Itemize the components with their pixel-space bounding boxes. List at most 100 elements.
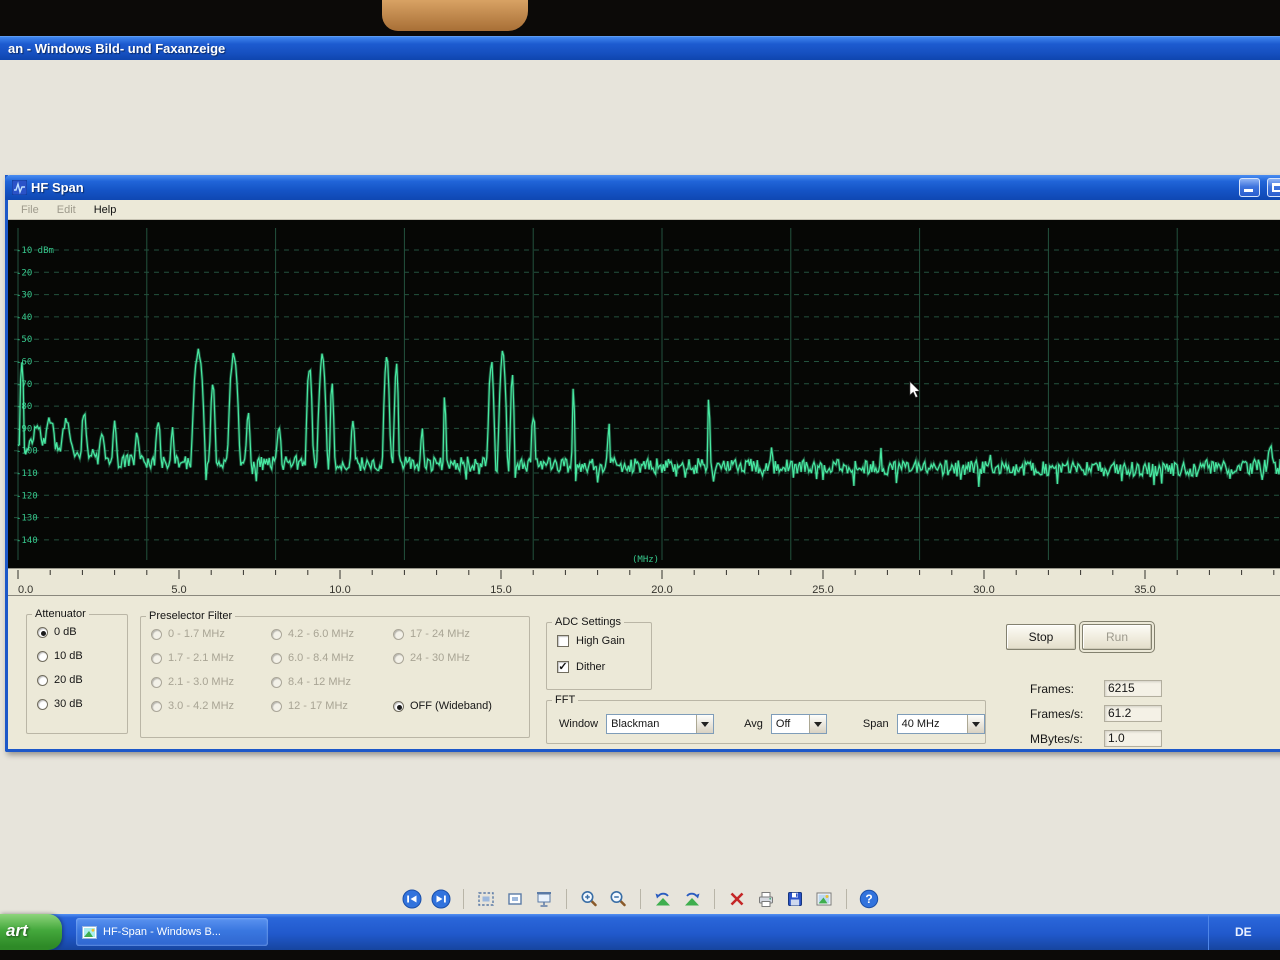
checkbox-dither[interactable]: ✓Dither [547, 654, 651, 680]
start-button[interactable]: art [0, 914, 62, 950]
radio-circle [271, 701, 282, 712]
attenuator-group: Attenuator 0 dB10 dB 20 dB 30 dB [26, 608, 128, 734]
svg-text:10.0: 10.0 [329, 584, 350, 596]
radio-label: 0 - 1.7 MHz [168, 628, 225, 640]
print-icon[interactable] [755, 888, 777, 910]
best-fit-icon[interactable] [475, 888, 497, 910]
checkbox-box[interactable]: ✓ [557, 661, 569, 673]
maximize-button[interactable] [1267, 178, 1280, 197]
stop-button[interactable]: Stop [1006, 624, 1076, 650]
viewer-title: an - Windows Bild- und Faxanzeige [8, 41, 225, 56]
stat-label: Frames: [1030, 682, 1104, 696]
fft-label: FFT [552, 694, 578, 706]
radio-circle[interactable] [37, 627, 48, 638]
run-button: Run [1082, 624, 1152, 650]
toolbar-separator [714, 889, 715, 909]
start-slideshow-icon[interactable] [533, 888, 555, 910]
svg-text:?: ? [865, 892, 872, 906]
taskbar-task-button[interactable]: HF-Span - Windows B... [76, 918, 268, 946]
minimize-button[interactable] [1239, 178, 1260, 197]
radio-label: 30 dB [54, 698, 83, 710]
radio-circle [271, 653, 282, 664]
viewer-titlebar[interactable]: an - Windows Bild- und Faxanzeige [0, 36, 1280, 60]
checkbox-box[interactable] [557, 635, 569, 647]
svg-text:25.0: 25.0 [812, 584, 833, 596]
control-panel: Attenuator 0 dB10 dB 20 dB 30 dB Preselect… [8, 596, 1280, 746]
radio-label: 24 - 30 MHz [410, 652, 470, 664]
dropdown-arrow-icon[interactable] [696, 715, 713, 733]
svg-text:(MHz): (MHz) [632, 555, 659, 565]
menu-file: File [12, 202, 48, 218]
viewer-toolbar: ? [0, 884, 1280, 914]
svg-text:-10 dBm: -10 dBm [16, 246, 54, 256]
svg-text:0.0: 0.0 [18, 584, 33, 596]
radio-10-db[interactable]: 10 dB [27, 644, 127, 668]
radio-0-db[interactable]: 0 dB [27, 620, 127, 644]
toolbar-separator [463, 889, 464, 909]
picture-viewer-icon [82, 926, 97, 939]
attenuator-label: Attenuator [32, 608, 89, 620]
rotate-clockwise-icon[interactable] [681, 888, 703, 910]
checkbox-high-gain[interactable]: High Gain [547, 628, 651, 654]
spectrum-plot: -10 dBm-20-30-40-50-60-70-80-90-100-110-… [8, 220, 1280, 568]
fft-avg-label: Avg [744, 718, 763, 730]
radio-circle[interactable] [37, 699, 48, 710]
photo-finger-artifact [382, 0, 528, 31]
save-icon[interactable] [784, 888, 806, 910]
menubar: FileEditHelp [8, 200, 1280, 220]
radio-label: 3.0 - 4.2 MHz [168, 700, 234, 712]
fft-window-select[interactable]: Blackman [606, 714, 714, 734]
radio-8-4-12-mhz: 8.4 - 12 MHz [261, 670, 383, 694]
radio-17-24-mhz: 17 - 24 MHz [383, 622, 523, 646]
radio-label: 17 - 24 MHz [410, 628, 470, 640]
rotate-counterclockwise-icon[interactable] [652, 888, 674, 910]
hfspan-window: HF Span FileEditHelp -10 dBm -20 -30 -40 -50… [5, 175, 1280, 752]
radio-circle[interactable] [37, 675, 48, 686]
svg-text:20.0: 20.0 [651, 584, 672, 596]
radio-circle [271, 677, 282, 688]
edit-image-icon[interactable] [813, 888, 835, 910]
fft-avg-select[interactable]: Off [771, 714, 827, 734]
radio-label: 12 - 17 MHz [288, 700, 348, 712]
radio-off-wideband-[interactable]: OFF (Wideband) [383, 694, 523, 718]
zoom-in-icon[interactable] [578, 888, 600, 910]
fft-span-select[interactable]: 40 MHz [897, 714, 985, 734]
help-icon[interactable]: ? [858, 888, 880, 910]
stat-value-frames: 6215 [1104, 680, 1162, 697]
frequency-axis: 0.05.010.015.020.025.030.035.0 [8, 568, 1280, 596]
preselector-label: Preselector Filter [146, 610, 235, 622]
actual-size-icon[interactable] [504, 888, 526, 910]
svg-text:15.0: 15.0 [490, 584, 511, 596]
svg-text:-50: -50 [16, 335, 32, 345]
radio-24-30-mhz: 24 - 30 MHz [383, 646, 523, 670]
hfspan-titlebar[interactable]: HF Span [5, 175, 1280, 200]
preselector-group: Preselector Filter 0 - 1.7 MHz1.7 - 2.1 … [140, 610, 530, 738]
radio-3-0-4-2-mhz: 3.0 - 4.2 MHz [141, 694, 261, 718]
radio-circle[interactable] [393, 701, 404, 712]
delete-icon[interactable] [726, 888, 748, 910]
dropdown-arrow-icon[interactable] [809, 715, 826, 733]
dropdown-arrow-icon[interactable] [967, 715, 984, 733]
stat-label: MBytes/s: [1030, 732, 1104, 746]
next-image-icon[interactable] [430, 888, 452, 910]
radio-20-db[interactable]: 20 dB [27, 668, 127, 692]
system-tray: DE [1208, 914, 1280, 950]
radio-30-db[interactable]: 30 dB [27, 692, 127, 716]
radio-label: 8.4 - 12 MHz [288, 676, 351, 688]
menu-help[interactable]: Help [85, 202, 126, 218]
radio-circle[interactable] [37, 651, 48, 662]
hfspan-title: HF Span [31, 175, 84, 200]
radio-label: 20 dB [54, 674, 83, 686]
stat-row: Frames/s:61.2 [1030, 705, 1162, 722]
radio-circle [151, 653, 162, 664]
zoom-out-icon[interactable] [607, 888, 629, 910]
previous-image-icon[interactable] [401, 888, 423, 910]
radio-4-2-6-0-mhz: 4.2 - 6.0 MHz [261, 622, 383, 646]
adc-settings-group: ADC Settings High Gain✓Dither [546, 616, 652, 690]
svg-text:-40: -40 [16, 313, 32, 323]
svg-text:-30: -30 [16, 291, 32, 301]
stat-row: Frames:6215 [1030, 680, 1162, 697]
svg-text:-20: -20 [16, 268, 32, 278]
toolbar-separator [846, 889, 847, 909]
language-indicator[interactable]: DE [1235, 925, 1252, 939]
